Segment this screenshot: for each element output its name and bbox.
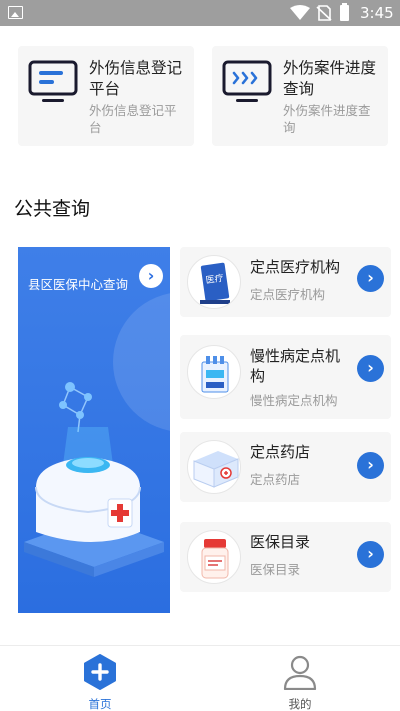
- status-bar: 3:45: [0, 0, 400, 26]
- service-insurance-catalog[interactable]: 医保目录 医保目录 ›: [180, 522, 391, 592]
- chevron-right-icon[interactable]: ›: [357, 355, 384, 382]
- medical-kiosk-illustration: [24, 382, 164, 577]
- service-subtitle: 定点药店: [250, 472, 301, 487]
- service-subtitle: 慢性病定点机构: [250, 393, 338, 408]
- monitor-icon: [28, 60, 78, 102]
- home-plus-icon: [84, 654, 116, 690]
- hospital-sign-icon: 医疗: [187, 255, 241, 309]
- service-subtitle: 定点医疗机构: [250, 287, 326, 302]
- county-insurance-center-banner[interactable]: 县区医保中心查询 ›: [18, 247, 170, 613]
- quick-link-title: 外伤信息登记平台: [89, 59, 183, 98]
- service-chronic-disease-institution[interactable]: 慢性病定点机构 慢性病定点机构 ›: [180, 335, 391, 419]
- user-icon: [283, 655, 317, 690]
- service-subtitle: 医保目录: [250, 562, 301, 577]
- tab-mine-label: 我的: [288, 697, 312, 711]
- battery-icon: [340, 3, 349, 21]
- quick-link-injury-register[interactable]: 外伤信息登记平台 外伤信息登记平台: [18, 46, 194, 146]
- chevron-right-icon[interactable]: ›: [357, 265, 384, 292]
- service-title: 医保目录: [250, 533, 311, 551]
- quick-link-subtitle: 外伤案件进度查询: [283, 103, 371, 135]
- wifi-icon: [290, 5, 310, 20]
- service-title: 定点医疗机构: [250, 258, 341, 276]
- section-title: 公共查询: [14, 198, 91, 220]
- service-designated-hospital[interactable]: 医疗 定点医疗机构 定点医疗机构 ›: [180, 247, 391, 317]
- chevron-right-icon[interactable]: ›: [357, 452, 384, 479]
- tab-home-label: 首页: [88, 697, 112, 711]
- service-title: 慢性病定点机构: [250, 347, 341, 385]
- medicine-machine-icon: [187, 345, 241, 399]
- bottom-tab-bar: 首页 我的: [0, 645, 400, 711]
- clock: 3:45: [360, 4, 394, 22]
- quick-link-subtitle: 外伤信息登记平台: [89, 103, 177, 135]
- tab-mine[interactable]: 我的: [200, 646, 400, 711]
- chevron-right-icon[interactable]: ›: [357, 541, 384, 568]
- no-sim-icon: [316, 5, 332, 21]
- quick-link-title: 外伤案件进度查询: [283, 59, 377, 98]
- image-notification-icon: [8, 6, 23, 19]
- pill-bottle-icon: [187, 530, 241, 584]
- banner-label: 县区医保中心查询: [28, 277, 129, 292]
- tab-home[interactable]: 首页: [0, 646, 200, 711]
- service-title: 定点药店: [250, 443, 311, 461]
- monitor-icon: [222, 60, 272, 102]
- chevron-right-icon[interactable]: ›: [139, 264, 163, 288]
- service-designated-pharmacy[interactable]: 定点药店 定点药店 ›: [180, 432, 391, 502]
- medicine-box-icon: [187, 440, 241, 494]
- quick-link-case-progress[interactable]: 外伤案件进度查询 外伤案件进度查询: [212, 46, 388, 146]
